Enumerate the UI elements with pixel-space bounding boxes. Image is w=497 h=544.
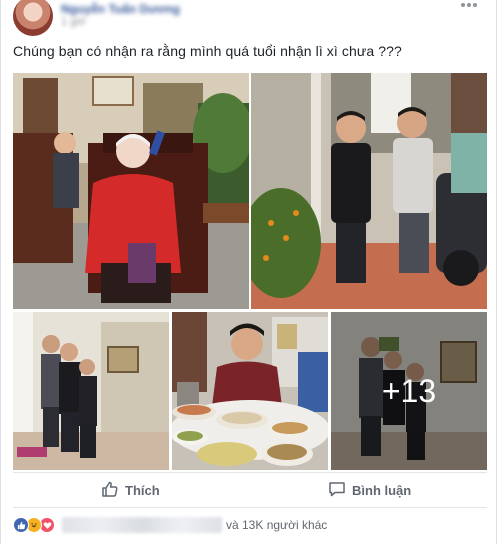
reactor-names-redacted [62, 517, 222, 533]
facebook-post: Nguyễn Tuấn Dương 1 giờ Chúng bạn có nhậ… [0, 0, 497, 544]
comment-label: Bình luận [352, 483, 412, 498]
photo-grandma[interactable] [13, 73, 249, 309]
reaction-icons[interactable] [13, 517, 55, 533]
like-button[interactable]: Thích [101, 473, 160, 508]
more-photos-count: +13 [381, 372, 437, 409]
photo-two-boys[interactable] [251, 73, 487, 309]
author-avatar[interactable] [13, 0, 53, 36]
comment-button[interactable]: Bình luận [328, 473, 411, 508]
photo-boys-hallway[interactable] [13, 312, 169, 470]
like-icon [13, 517, 29, 533]
reaction-others-text[interactable]: và 13K người khác [226, 518, 327, 532]
post-status-text: Chúng bạn có nhận ra rằng mình quá tuổi … [13, 43, 402, 59]
photo-man-eating[interactable] [172, 312, 328, 470]
reactions-summary: và 13K người khác [13, 514, 487, 536]
photo-more[interactable]: +13 [331, 312, 487, 470]
more-options-button[interactable] [457, 0, 481, 12]
post-action-bar: Thích Bình luận [13, 472, 487, 508]
comment-bubble-icon [328, 480, 346, 501]
like-label: Thích [125, 483, 160, 498]
post-header: Nguyễn Tuấn Dương 1 giờ [13, 0, 483, 36]
more-options-icon [461, 3, 477, 7]
thumbs-up-icon [101, 480, 119, 501]
more-photos-overlay[interactable]: +13 [331, 312, 487, 470]
author-name[interactable]: Nguyễn Tuấn Dương [61, 2, 180, 16]
post-timestamp[interactable]: 1 giờ [61, 16, 86, 28]
